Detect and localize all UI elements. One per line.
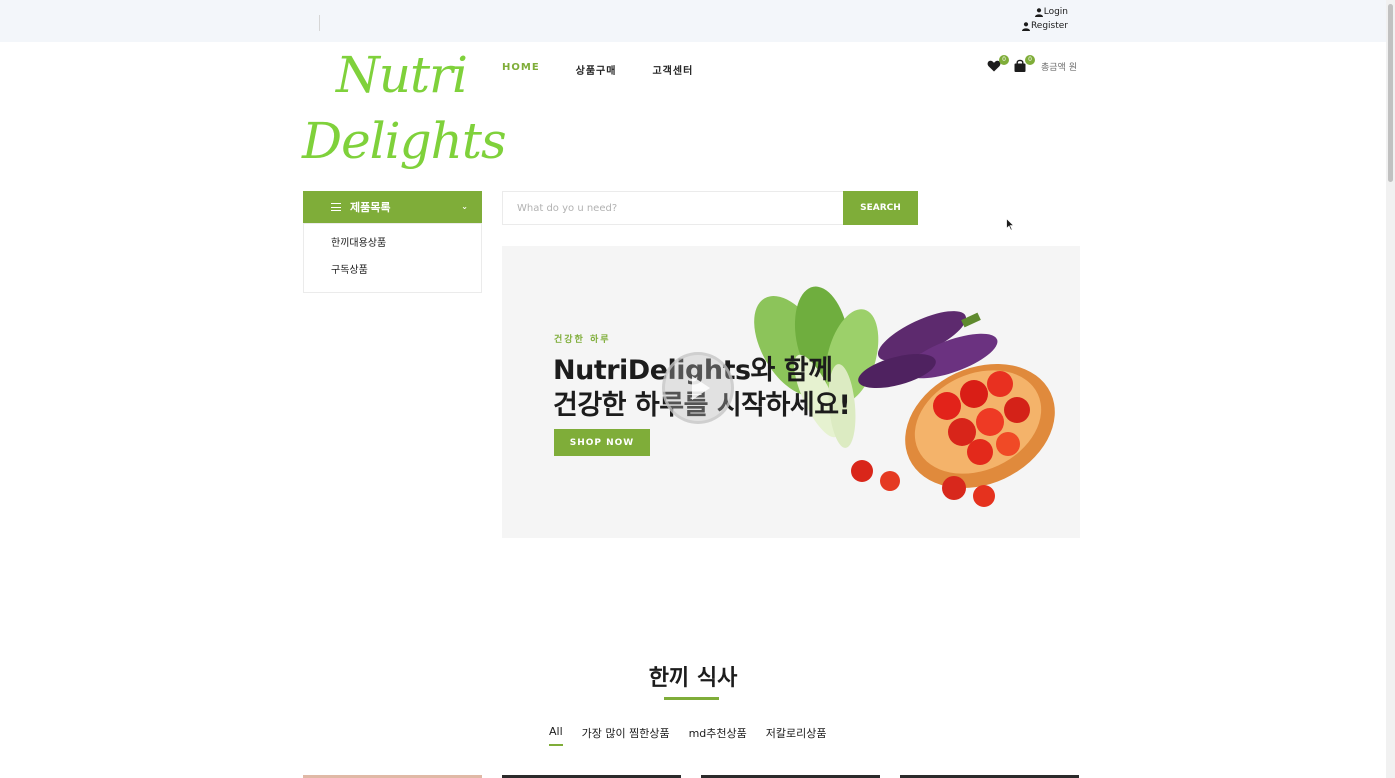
category-item-meal-replacement[interactable]: 한끼대용상품	[304, 236, 481, 263]
category-item-subscription[interactable]: 구독상품	[304, 263, 481, 290]
categories-title: 제품목록	[350, 201, 391, 214]
register-link[interactable]: Register	[1021, 19, 1068, 33]
mouse-cursor-icon	[1006, 218, 1015, 231]
cart-count-badge: 0	[1025, 55, 1035, 65]
categories-toggle[interactable]: 제품목록 ⌄	[303, 191, 482, 223]
menu-icon	[331, 203, 341, 211]
top-bar: Login Register	[0, 0, 1386, 42]
logo[interactable]: Nutri Delights	[302, 46, 507, 186]
filter-tab-md-pick[interactable]: md추천상품	[689, 725, 747, 741]
account-links: Login Register	[1021, 5, 1068, 33]
play-video-button[interactable]	[662, 352, 734, 424]
header-cart-area: 0 0 총금액 원	[987, 55, 1077, 74]
logo-line-2: Delights	[302, 112, 507, 170]
logo-line-1: Nutri	[336, 46, 468, 104]
main-nav: HOME 상품구매 고객센터	[502, 62, 729, 77]
nav-item-support[interactable]: 고객센터	[652, 62, 693, 77]
play-icon	[692, 376, 710, 400]
page-scrollbar[interactable]	[1386, 0, 1395, 778]
wishlist-count-badge: 0	[999, 55, 1009, 65]
section-title: 한끼 식사	[648, 666, 738, 691]
login-label: Login	[1043, 7, 1068, 17]
nav-item-shop[interactable]: 상품구매	[576, 62, 617, 77]
search-button[interactable]: SEARCH	[843, 191, 918, 225]
filter-tab-all[interactable]: All	[549, 725, 563, 746]
hero-eyebrow: 건강한 하루	[554, 335, 611, 345]
search-input[interactable]	[502, 191, 843, 225]
section-title-underline	[664, 697, 719, 700]
cart-total: 총금액 원	[1041, 62, 1077, 73]
nav-item-home[interactable]: HOME	[502, 62, 540, 77]
wishlist-button[interactable]: 0	[987, 55, 1009, 74]
topbar-divider	[319, 15, 320, 31]
hero-banner: 건강한 하루 NutriDelights와 함께 건강한 하루를 시작하세요! …	[502, 246, 1080, 538]
scrollbar-thumb[interactable]	[1388, 4, 1393, 182]
login-link[interactable]: Login	[1022, 5, 1068, 19]
shop-now-button[interactable]: SHOP NOW	[554, 429, 650, 456]
product-filter-tabs: All 가장 많이 찜한상품 md추천상품 저칼로리상품	[549, 725, 846, 746]
filter-tab-low-calorie[interactable]: 저칼로리상품	[766, 725, 827, 741]
categories-list: 한끼대용상품 구독상품	[303, 223, 482, 293]
search-form: SEARCH	[502, 191, 918, 225]
filter-tab-most-liked[interactable]: 가장 많이 찜한상품	[582, 725, 670, 741]
register-label: Register	[1030, 21, 1068, 31]
user-icon	[1021, 21, 1030, 31]
chevron-down-icon: ⌄	[461, 202, 468, 211]
cart-button[interactable]: 0	[1013, 55, 1035, 74]
user-icon	[1034, 7, 1043, 17]
